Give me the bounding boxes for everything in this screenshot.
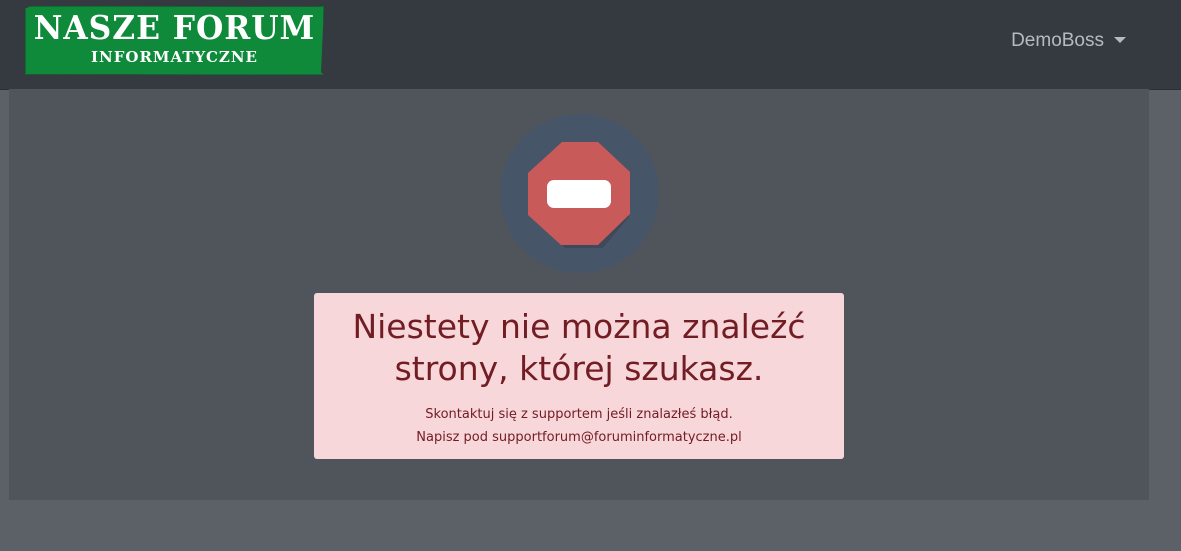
caret-down-icon (1114, 36, 1126, 43)
navbar: NASZE FORUM INFORMATYCZNE DemoBoss (0, 0, 1181, 89)
error-alert: Niestety nie można znaleźć strony, które… (314, 293, 844, 459)
alert-heading: Niestety nie można znaleźć strony, które… (352, 307, 806, 388)
username-label: DemoBoss (1011, 30, 1104, 51)
no-entry-sign-icon (500, 114, 659, 273)
alert-contact-text: Skontaktuj się z supportem jeśli znalazł… (425, 407, 733, 422)
logo-subtitle: INFORMATYCZNE (91, 48, 258, 66)
logo-title: NASZE FORUM (33, 8, 316, 47)
site-logo[interactable]: NASZE FORUM INFORMATYCZNE (25, 6, 324, 75)
alert-email-text: Napisz pod supportforum@foruminformatycz… (416, 430, 742, 445)
user-menu-dropdown[interactable]: DemoBoss (1011, 28, 1126, 54)
